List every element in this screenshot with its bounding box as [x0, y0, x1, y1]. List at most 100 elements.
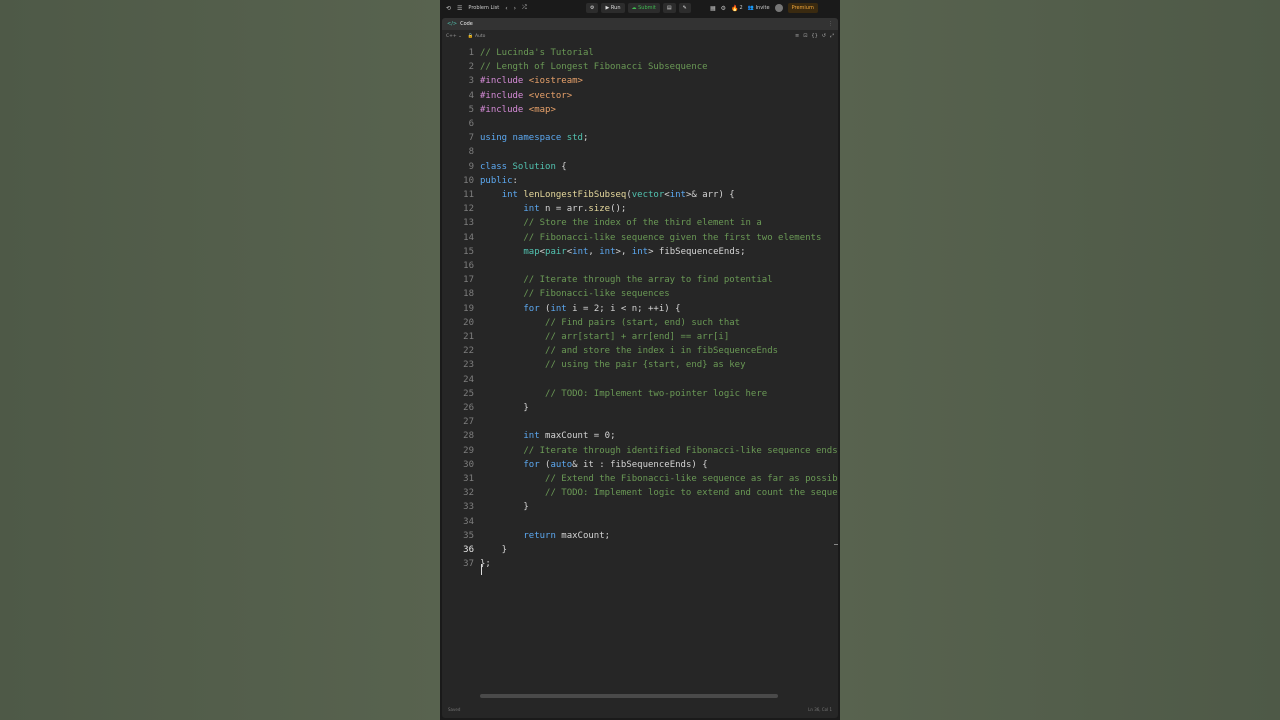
code-text: class Solution { [480, 161, 567, 172]
code-text: } [480, 403, 529, 413]
language-select[interactable]: C++ ⌄ [446, 34, 462, 39]
line-number: 28 [463, 431, 474, 442]
code-text: // Fibonacci-like sequence given the fir… [523, 232, 822, 243]
line-number: 24 [463, 374, 474, 385]
line-number: 13 [463, 218, 474, 229]
text-cursor [481, 564, 482, 575]
note-edit-icon[interactable]: ✎ [678, 3, 691, 13]
line-number: 16 [463, 261, 474, 271]
code-text: int maxCount = 0; [523, 431, 616, 442]
problem-list-link[interactable]: Problem List [468, 5, 499, 11]
code-text: public: [480, 175, 518, 186]
status-bar: Saved Ln 36, Col 1 [442, 705, 838, 715]
line-number: 37 [463, 559, 474, 570]
code-icon: </> [447, 21, 458, 27]
line-number: 31 [463, 474, 474, 484]
background-right [840, 0, 1280, 720]
bookmark-icon[interactable]: ⊡ [803, 33, 807, 39]
code-text: // Extend the Fibonacci-like sequence as… [545, 474, 838, 484]
line-number: 5 [468, 104, 474, 115]
submit-label: Submit [638, 5, 656, 11]
auto-mode-toggle[interactable]: 🔒 Auto [468, 34, 486, 39]
line-number: 14 [463, 232, 474, 243]
horizontal-scrollbar[interactable] [480, 694, 778, 698]
code-text: #include <iostream> [480, 76, 583, 87]
line-number: 4 [468, 90, 474, 101]
line-number: 20 [463, 317, 474, 328]
code-text: #include <vector> [480, 90, 573, 101]
line-number: 35 [463, 530, 474, 541]
streak-fire-icon[interactable]: 🔥 [731, 5, 738, 12]
shuffle-icon[interactable]: ⤮ [522, 4, 527, 12]
code-text: map<pair<int, int>, int> fibSequenceEnds… [523, 246, 746, 257]
code-text: for (int i = 2; i < n; ++i) { [523, 303, 681, 314]
streak-count: 2 [739, 5, 743, 11]
code-text: int lenLongestFibSubseq(vector<int>& arr… [501, 190, 735, 200]
code-text: for (auto& it : fibSequenceEnds) { [523, 459, 708, 470]
code-text: int n = arr.size(); [523, 204, 627, 215]
prev-problem-icon[interactable]: ‹ [505, 5, 507, 12]
line-number: 21 [463, 332, 474, 342]
line-number: 6 [468, 119, 474, 129]
line-number: 23 [463, 360, 474, 371]
debug-button[interactable]: ⚙ [586, 3, 599, 13]
notes-icon[interactable]: ▤ [662, 3, 676, 13]
code-text: // and store the index i in fibSequenceE… [545, 346, 779, 357]
run-button[interactable]: ▶ Run [601, 3, 625, 13]
line-number: 8 [468, 147, 474, 158]
language-label: C++ [446, 33, 457, 39]
line-number: 9 [468, 161, 474, 172]
line-number: 12 [463, 204, 474, 215]
format-icon[interactable]: ≡ [795, 33, 799, 39]
code-text: // TODO: Implement logic to extend and c… [545, 488, 838, 499]
code-text: // TODO: Implement two-pointer logic her… [545, 388, 768, 399]
layout-icon[interactable]: ▦ [710, 5, 716, 12]
code-text: #include <map> [480, 104, 556, 115]
code-tab[interactable]: </> Code ⋮ [442, 18, 838, 30]
code-text: using namespace std; [480, 133, 589, 144]
line-number: 32 [463, 488, 474, 499]
scroll-marker [834, 544, 838, 545]
brackets-icon[interactable]: {} [811, 33, 817, 39]
line-number: 2 [468, 62, 474, 73]
list-icon[interactable]: ☰ [457, 5, 462, 12]
code-text: // arr[start] + arr[end] == arr[i] [545, 332, 730, 342]
line-number: 15 [463, 246, 474, 257]
invite-button[interactable]: 👥 Invite [748, 5, 770, 11]
code-text: // Length of Longest Fibonacci Subsequen… [480, 62, 708, 73]
line-number: 10 [463, 175, 474, 186]
code-text: return maxCount; [523, 530, 611, 541]
code-text: // Iterate through the array to find pot… [523, 275, 773, 286]
background-left [0, 0, 440, 720]
code-panel: </> Code ⋮ C++ ⌄ 🔒 Auto ≡ ⊡ {} ↺ ⤢ 1 // L… [442, 18, 838, 718]
line-number: 29 [463, 445, 474, 456]
panel-menu-icon[interactable]: ⋮ [828, 21, 833, 27]
invite-label: Invite [755, 5, 770, 11]
line-number: 36 [463, 545, 474, 555]
next-problem-icon[interactable]: › [514, 5, 516, 12]
code-editor[interactable]: 1 // Lucinda's Tutorial 2 // Length of Long… [442, 46, 838, 696]
reset-icon[interactable]: ↺ [822, 33, 826, 39]
line-number: 26 [463, 403, 474, 413]
code-text: // Find pairs (start, end) such that [545, 317, 741, 328]
expand-icon[interactable]: ⤢ [830, 33, 834, 39]
line-number: 1 [468, 48, 474, 58]
line-number: 17 [463, 275, 474, 286]
settings-icon[interactable]: ⚙ [721, 5, 726, 12]
editor-toolbar: C++ ⌄ 🔒 Auto ≡ ⊡ {} ↺ ⤢ [442, 31, 838, 41]
submit-button[interactable]: ☁ Submit [627, 3, 660, 13]
code-text: // Store the index of the third element … [523, 218, 762, 229]
code-text: // using the pair {start, end} as key [545, 360, 746, 371]
code-text: } [480, 502, 529, 513]
line-number: 34 [463, 516, 474, 527]
line-number: 11 [463, 190, 474, 200]
code-text: // Fibonacci-like sequences [523, 289, 670, 300]
premium-button[interactable]: Premium [787, 3, 818, 13]
leetcode-logo-icon[interactable]: ⟲ [446, 5, 451, 12]
code-text: // Iterate through identified Fibonacci-… [523, 445, 838, 456]
line-number: 18 [463, 289, 474, 300]
code-tab-label: Code [460, 21, 473, 27]
line-number: 7 [468, 133, 474, 144]
app-window: ⟲ ☰ Problem List ‹ › ⤮ ⚙ ▶ Run ☁ Submit … [440, 0, 840, 720]
avatar[interactable] [774, 4, 783, 12]
